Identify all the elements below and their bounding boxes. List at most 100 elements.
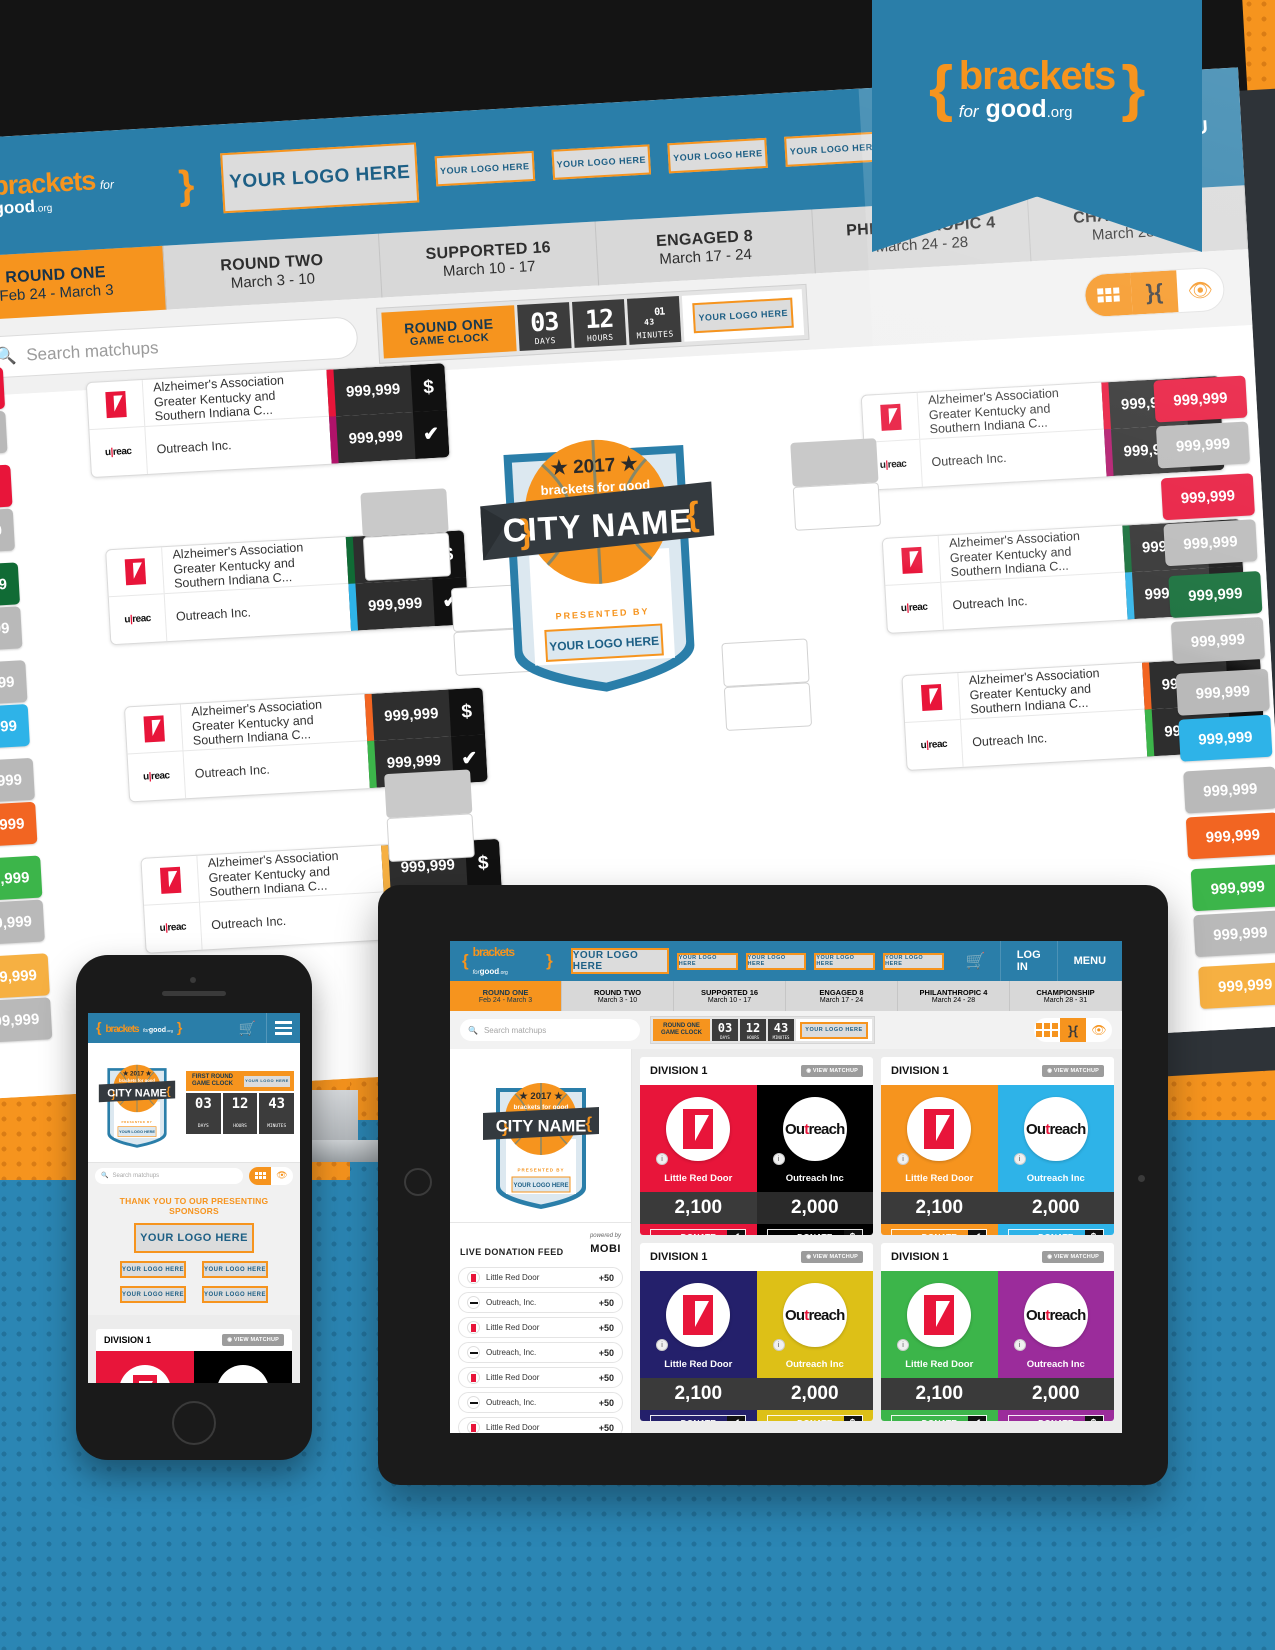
empty-bracket-slot[interactable] bbox=[790, 438, 879, 487]
team-score-1[interactable]: 999,999$ bbox=[364, 687, 486, 742]
clock-sponsor-logo[interactable]: YOUR LOGO HERE bbox=[243, 1074, 291, 1088]
empty-bracket-slot[interactable] bbox=[384, 769, 473, 819]
donate-button[interactable]: DONATE✔ bbox=[650, 1414, 746, 1421]
empty-bracket-slot[interactable] bbox=[386, 813, 475, 863]
matchup-card[interactable]: DIVISION 1 ◉ VIEW MATCHUP i Little Red Do… bbox=[881, 1243, 1114, 1421]
team-column[interactable]: i Little Red Door 2,100 DONATE✔ bbox=[640, 1271, 757, 1421]
info-icon[interactable]: i bbox=[656, 1339, 668, 1351]
hamburger-menu-icon[interactable] bbox=[266, 1013, 300, 1043]
sponsor-logo-1[interactable]: YOUR LOGO HERE bbox=[676, 952, 738, 970]
bracket-edge-cell[interactable]: 999,999 bbox=[0, 997, 53, 1044]
sponsor-logo-primary[interactable]: YOUR LOGO HERE bbox=[570, 948, 669, 974]
empty-bracket-slot[interactable] bbox=[362, 532, 452, 581]
list-item[interactable]: Outreach, Inc. +50 bbox=[458, 1392, 623, 1413]
bracket-edge-cell[interactable]: 999,999 bbox=[1168, 570, 1263, 619]
donate-button[interactable]: DONATE✔ bbox=[891, 1228, 987, 1235]
bracket-edge-cell[interactable]: 999,999 bbox=[1163, 519, 1258, 567]
bracket-edge-cell[interactable]: 999,999 bbox=[0, 899, 45, 946]
round-tab-2[interactable]: ROUND TWO March 3 - 10 bbox=[162, 233, 383, 310]
sponsor-logo-2[interactable]: YOUR LOGO HERE bbox=[745, 952, 807, 970]
bracket-edge-cell[interactable]: 999,999 bbox=[1198, 961, 1275, 1009]
list-item[interactable]: Little Red Door +50 bbox=[458, 1417, 623, 1433]
info-icon[interactable]: i bbox=[1013, 1339, 1026, 1351]
bracket-edge-cell[interactable]: 999,999 bbox=[0, 410, 8, 458]
empty-bracket-slot[interactable] bbox=[360, 488, 449, 538]
eye-view-icon[interactable]: 👁 bbox=[1176, 268, 1224, 313]
team-column[interactable]: Outreachi Outreach Inc 2,000 DONATE$ bbox=[997, 1085, 1114, 1235]
bracket-edge-cell[interactable]: 999,999 bbox=[1155, 421, 1251, 469]
round-tab-4[interactable]: ENGAGED 8 March 17 - 24 bbox=[786, 981, 898, 1011]
team-score-1[interactable]: 999,999$ bbox=[326, 363, 447, 417]
search-input[interactable]: 🔍 Search matchups bbox=[95, 1167, 243, 1184]
team-column[interactable]: i Little Red Door 2,100 DONATE✔ bbox=[881, 1271, 998, 1421]
donate-button[interactable]: DONATE✔ bbox=[891, 1414, 987, 1421]
round-tab-3[interactable]: SUPPORTED 16 March 10 - 17 bbox=[379, 221, 600, 298]
bracket-edge-cell[interactable]: 999,999 bbox=[0, 562, 21, 609]
bracket-view-icon[interactable]: }{ bbox=[1060, 1018, 1086, 1042]
clock-sponsor-slot[interactable]: YOUR LOGO HERE bbox=[796, 1019, 872, 1041]
eye-view-icon[interactable]: 👁 bbox=[271, 1167, 293, 1185]
donate-button[interactable]: DONATE$ bbox=[1007, 1414, 1104, 1421]
bracket-view-icon[interactable]: }{ bbox=[1130, 270, 1179, 315]
info-icon[interactable]: i bbox=[897, 1153, 909, 1165]
clock-sponsor-slot[interactable]: YOUR LOGO HERE bbox=[682, 289, 805, 342]
matchup-card[interactable]: DIVISION 1 ◉ VIEW MATCHUP i Little Red Do… bbox=[881, 1057, 1114, 1235]
view-matchup-button[interactable]: ◉ VIEW MATCHUP bbox=[801, 1065, 863, 1077]
sponsor-logo-2[interactable]: YOUR LOGO HERE bbox=[202, 1261, 268, 1278]
view-matchup-button[interactable]: ◉ VIEW MATCHUP bbox=[801, 1251, 863, 1263]
matchup-card[interactable]: DIVISION 1 ◉ VIEW MATCHUP Outreach bbox=[96, 1329, 292, 1383]
info-icon[interactable]: i bbox=[772, 1153, 785, 1165]
winner-check-icon[interactable]: ✔ bbox=[412, 410, 450, 459]
bracket-edge-cell[interactable]: 999,999 bbox=[0, 464, 13, 511]
sponsor-logo-primary[interactable]: YOUR LOGO HERE bbox=[220, 142, 420, 214]
view-matchup-button[interactable]: ◉ VIEW MATCHUP bbox=[1042, 1251, 1104, 1263]
brackets-for-good-logo[interactable]: } brackets forgood.org } bbox=[462, 943, 553, 979]
sponsor-logo-primary[interactable]: YOUR LOGO HERE bbox=[134, 1223, 254, 1253]
grid-view-icon[interactable] bbox=[1084, 272, 1133, 318]
donate-button[interactable]: DONATE$ bbox=[1007, 1228, 1104, 1235]
info-icon[interactable]: i bbox=[656, 1153, 668, 1165]
info-icon[interactable]: i bbox=[897, 1339, 909, 1351]
bracket-edge-cell[interactable]: 999,999 bbox=[1170, 616, 1266, 664]
donate-button[interactable]: DONATE✔ bbox=[650, 1228, 746, 1235]
round-tab-5[interactable]: PHILANTHROPIC 4 March 24 - 28 bbox=[898, 981, 1010, 1011]
view-matchup-button[interactable]: ◉ VIEW MATCHUP bbox=[222, 1334, 284, 1346]
list-item[interactable]: Little Red Door +50 bbox=[458, 1267, 623, 1288]
empty-bracket-slot[interactable] bbox=[723, 682, 813, 732]
donate-button[interactable]: DONATE$ bbox=[766, 1228, 863, 1235]
round-tab-1[interactable]: ROUND ONE Feb 24 - March 3 bbox=[0, 245, 167, 322]
cart-icon[interactable]: 🛒 bbox=[229, 1020, 266, 1037]
round-tab-4[interactable]: ENGAGED 8 March 17 - 24 bbox=[595, 209, 816, 286]
donate-dollar-icon[interactable]: $ bbox=[410, 363, 447, 413]
list-item[interactable]: Little Red Door +50 bbox=[458, 1367, 623, 1388]
info-icon[interactable]: i bbox=[1013, 1153, 1026, 1165]
bracket-edge-cell[interactable]: 999,999 bbox=[1160, 473, 1255, 521]
round-tab-3[interactable]: SUPPORTED 16 March 10 - 17 bbox=[674, 981, 786, 1011]
round-tab-1[interactable]: ROUND ONE Feb 24 - March 3 bbox=[450, 981, 562, 1011]
grid-view-icon[interactable] bbox=[249, 1166, 271, 1185]
grid-view-icon[interactable] bbox=[1034, 1018, 1060, 1042]
info-icon[interactable]: i bbox=[772, 1339, 785, 1351]
round-tab-6[interactable]: CHAMPIONSHIP March 28 - 31 bbox=[1010, 981, 1122, 1011]
sponsor-logo-1[interactable]: YOUR LOGO HERE bbox=[434, 150, 535, 187]
sponsor-logo-4[interactable]: YOUR LOGO HERE bbox=[784, 131, 885, 167]
search-input[interactable]: 🔍 Search matchups bbox=[460, 1019, 640, 1041]
phone-home-button[interactable] bbox=[172, 1401, 216, 1445]
bracket-edge-cell[interactable]: 999,999 bbox=[1185, 812, 1275, 860]
round-tab-2[interactable]: ROUND TWO March 3 - 10 bbox=[562, 981, 674, 1011]
sponsor-logo-4[interactable]: YOUR LOGO HERE bbox=[202, 1286, 268, 1303]
team-column[interactable]: Outreachi Outreach Inc 2,000 DONATE$ bbox=[756, 1085, 873, 1235]
brackets-for-good-logo[interactable]: } brackets forgood.org } bbox=[96, 1019, 182, 1037]
sponsor-logo-3[interactable]: YOUR LOGO HERE bbox=[814, 952, 876, 970]
eye-view-icon[interactable]: 👁 bbox=[1086, 1018, 1112, 1042]
donate-button[interactable]: DONATE$ bbox=[766, 1414, 863, 1421]
bracket-edge-cell[interactable]: 999,999 bbox=[0, 801, 38, 849]
sponsor-logo-3[interactable]: YOUR LOGO HERE bbox=[120, 1286, 186, 1303]
team-column[interactable] bbox=[96, 1351, 194, 1383]
list-item[interactable]: Outreach, Inc. +50 bbox=[458, 1342, 623, 1363]
bracket-edge-cell[interactable]: 999,999 bbox=[0, 660, 28, 707]
sponsor-logo-4[interactable]: YOUR LOGO HERE bbox=[883, 952, 944, 970]
bracket-edge-cell[interactable]: 999,999 bbox=[1178, 714, 1273, 762]
brackets-for-good-logo[interactable]: } brackets for good.org } bbox=[0, 162, 196, 220]
clock-sponsor-logo[interactable]: YOUR LOGO HERE bbox=[800, 1021, 868, 1039]
